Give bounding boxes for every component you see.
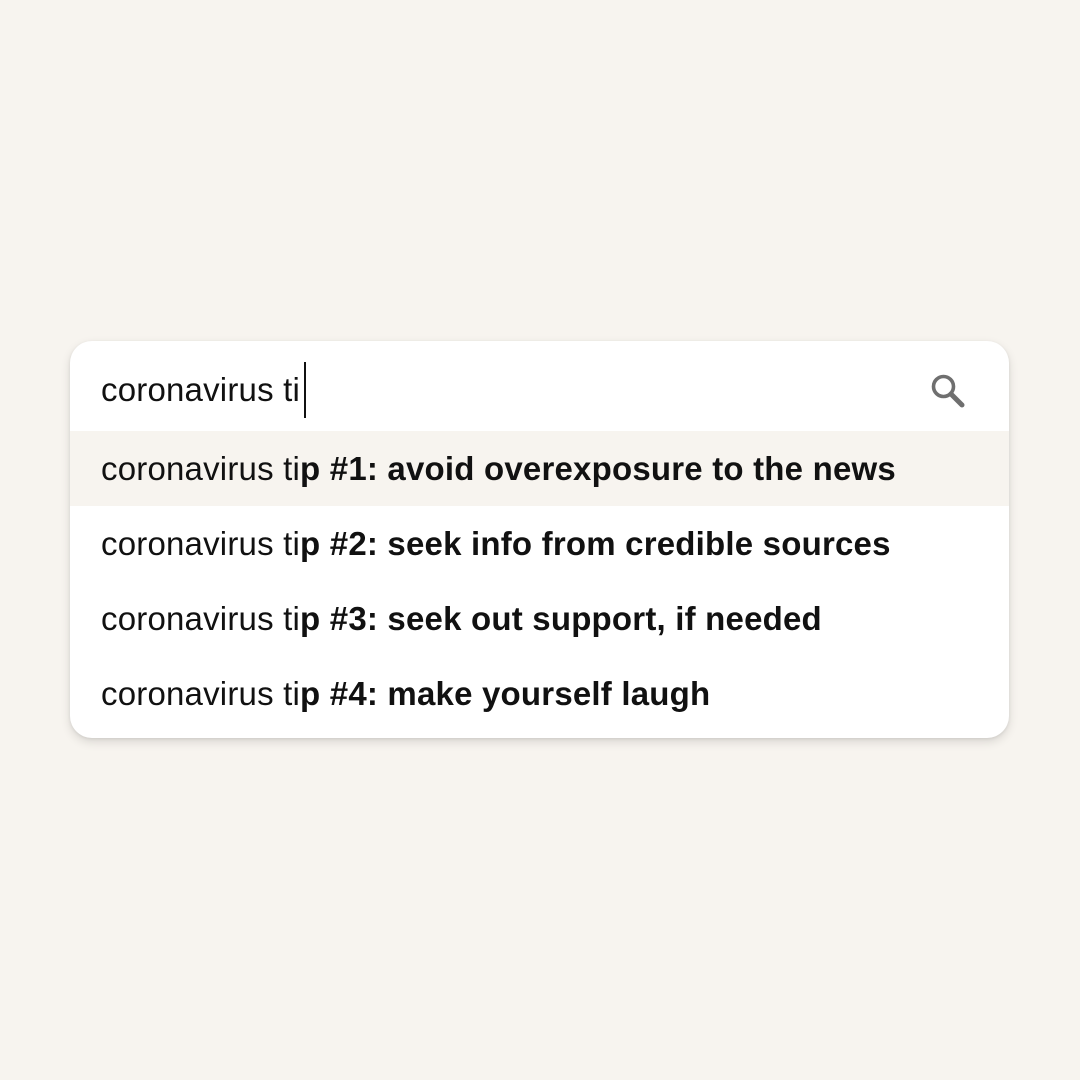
suggestion-typed-text: coronavirus ti [101, 524, 301, 562]
suggestion-item[interactable]: coronavirus ti p #4: make yourself laugh [70, 656, 1009, 731]
suggestion-typed-text: coronavirus ti [101, 674, 301, 712]
suggestion-item[interactable]: coronavirus ti p #1: avoid overexposure t… [70, 431, 1009, 506]
search-bar[interactable]: coronavirus ti [70, 341, 1009, 431]
search-button[interactable] [926, 369, 970, 413]
suggestion-item[interactable]: coronavirus ti p #3: seek out support, if… [70, 581, 1009, 656]
suggestion-item[interactable]: coronavirus ti p #2: seek info from credi… [70, 506, 1009, 581]
suggestion-completion-text: p #2: seek info from credible sources [300, 524, 891, 562]
suggestion-completion-text: p #3: seek out support, if needed [300, 599, 822, 637]
search-query-text: coronavirus ti [101, 371, 301, 408]
suggestion-completion-text: p #1: avoid overexposure to the news [300, 449, 896, 487]
search-autocomplete-card: coronavirus ti coronavirus ti p #1: avoid… [70, 341, 1009, 738]
text-cursor [304, 362, 307, 418]
suggestion-typed-text: coronavirus ti [101, 449, 301, 487]
suggestion-completion-text: p #4: make yourself laugh [300, 674, 711, 712]
search-input[interactable]: coronavirus ti [101, 361, 307, 419]
suggestion-typed-text: coronavirus ti [101, 599, 301, 637]
search-icon [931, 374, 965, 408]
suggestion-list: coronavirus ti p #1: avoid overexposure t… [70, 431, 1009, 731]
